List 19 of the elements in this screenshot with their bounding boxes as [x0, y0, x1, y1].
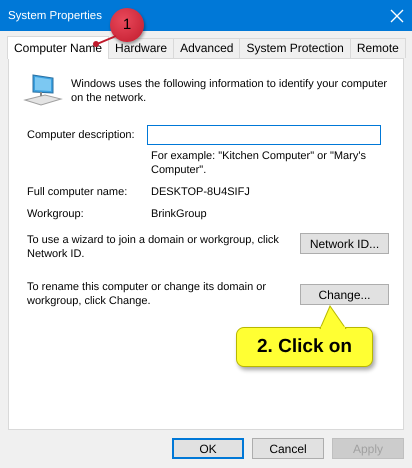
- field-value: DESKTOP-8U4SIFJ: [151, 185, 250, 199]
- field-label: Computer description:: [26, 128, 136, 142]
- field-label: Full computer name:: [27, 185, 128, 199]
- dialog-button[interactable]: Cancel: [252, 438, 324, 459]
- tab[interactable]: Computer Name: [7, 36, 110, 59]
- description-field[interactable]: [147, 125, 381, 145]
- action-button[interactable]: Network ID...: [300, 233, 389, 254]
- close-icon[interactable]: [390, 8, 404, 22]
- field-label: Workgroup:: [27, 207, 85, 221]
- instruction-text: To rename this computer or change its domain or workgroup, click Change.: [27, 280, 268, 308]
- hint-text: For example: "Kitchen Computer" or "Mary's Computer".: [151, 149, 367, 177]
- window-title: System Properties: [8, 8, 102, 22]
- action-button[interactable]: Change...: [300, 284, 389, 305]
- intro-text: Windows uses the following information to identify your computer on the network.: [71, 77, 388, 105]
- field-value: BrinkGroup: [151, 207, 207, 221]
- dialog-button[interactable]: OK: [172, 438, 244, 459]
- instruction-text: To use a wizard to join a domain or workgroup, click Network ID.: [27, 233, 280, 261]
- tab[interactable]: Remote: [350, 38, 406, 58]
- callout-pointer: [318, 305, 348, 329]
